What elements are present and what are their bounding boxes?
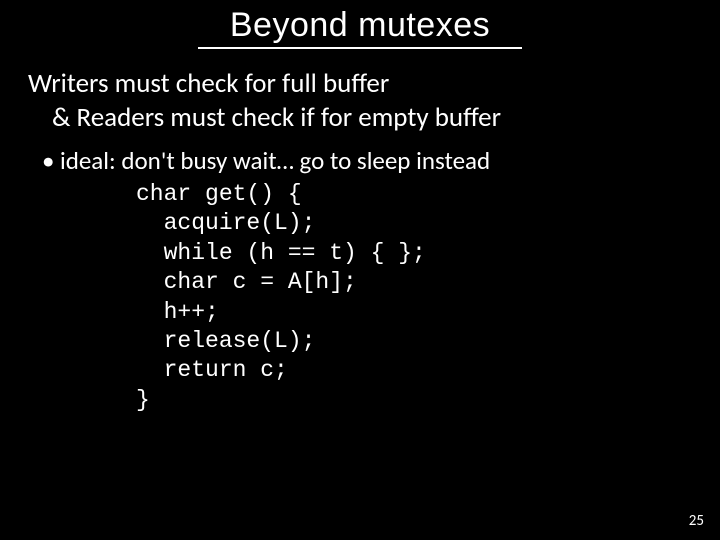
bullet-dot-icon: • [42,145,60,176]
bullet-text: ideal: don't busy wait… go to sleep inst… [60,145,490,176]
slide: Beyond mutexes Writers must check for fu… [0,0,720,540]
lead-line-2: & Readers must check if for empty buffer [28,101,692,135]
page-number: 25 [689,512,704,530]
content-area: Writers must check for full buffer & Rea… [0,49,720,415]
bullet-item: •ideal: don't busy wait… go to sleep ins… [28,145,692,176]
code-block: char get() { acquire(L); while (h == t) … [28,176,692,416]
title-wrap: Beyond mutexes [0,0,720,49]
slide-title: Beyond mutexes [198,6,522,49]
lead-line-1: Writers must check for full buffer [28,67,389,100]
lead-text: Writers must check for full buffer & Rea… [28,67,692,135]
